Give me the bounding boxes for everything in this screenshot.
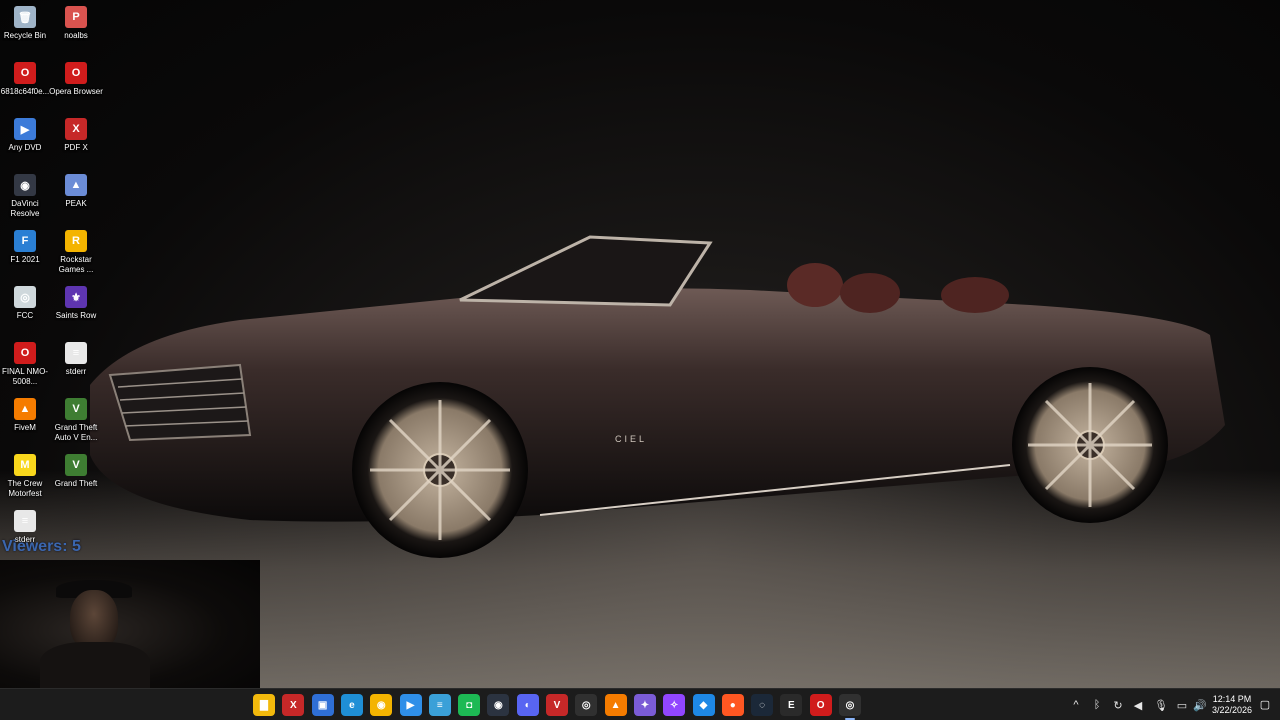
opera-browser-icon: O <box>65 62 87 84</box>
desktop-icon-label: 6818c64f0e... <box>0 87 50 96</box>
desktop-icon[interactable]: V Grand Theft Auto V En... <box>51 394 101 446</box>
app-orange-icon[interactable]: ● <box>721 694 744 716</box>
desktop-icon[interactable]: F F1 2021 <box>0 226 50 278</box>
desktop-icon[interactable]: ▲ PEAK <box>51 170 101 222</box>
microphone-icon[interactable]: 🎙 <box>1153 697 1169 713</box>
gta-v-icon: V <box>65 454 87 476</box>
ciel-badge: CIEL <box>615 434 647 444</box>
webcam-overlay <box>0 560 260 692</box>
desktop-icon[interactable]: R Rockstar Games ... <box>51 226 101 278</box>
desktop-icon-label: noalbs <box>64 31 88 40</box>
desktop-icon-label: Saints Row <box>55 311 97 320</box>
bluetooth-icon[interactable]: ᛒ <box>1089 697 1105 713</box>
desktop-icon-label: Any DVD <box>8 143 42 152</box>
desktop-icon[interactable]: X PDF X <box>51 114 101 166</box>
desktop-icon-label: Opera Browser <box>49 87 103 96</box>
rockstar-games-icon: R <box>65 230 87 252</box>
the-crew-motorfest-icon: M <box>14 454 36 476</box>
desktop-icon[interactable]: ⚜ Saints Row <box>51 282 101 334</box>
pdf-x-icon: X <box>65 118 87 140</box>
desktop-icon-label: FINAL NMO-5008... <box>2 367 48 386</box>
clock-date: 3/22/2026 <box>1211 705 1252 715</box>
desktop-icon-label: Rockstar Games ... <box>58 255 94 274</box>
webcam-face <box>70 590 118 650</box>
desktop-icon[interactable]: ◎ FCC <box>0 282 50 334</box>
desktop-icon-label: DaVinci Resolve <box>10 199 40 218</box>
desktop-icon[interactable]: O FINAL NMO-5008... <box>0 338 50 390</box>
clock[interactable]: 12:14 PM 3/22/2026 <box>1212 694 1252 716</box>
volume-icon[interactable]: 🔊 <box>1192 697 1208 713</box>
steam-icon[interactable]: ◌ <box>751 694 774 716</box>
viewer-count: Viewers: 5 <box>2 538 81 555</box>
file-explorer-icon[interactable]: ▇ <box>253 694 275 716</box>
desktop-icon[interactable]: O 6818c64f0e... <box>0 58 50 110</box>
desktop-icon-label: Grand Theft Auto V En... <box>54 423 98 442</box>
davinci-resolve-icon: ◉ <box>14 174 36 196</box>
notepad-icon[interactable]: ≡ <box>428 694 451 716</box>
discord-icon[interactable]: ◐ <box>516 694 539 716</box>
gta-v-icon: V <box>65 398 87 420</box>
desktop-icon[interactable]: Pnoalbs <box>51 2 101 54</box>
clock-time: 12:14 PM <box>1212 694 1252 704</box>
obs-active-icon[interactable]: ◎ <box>839 694 861 720</box>
desktop-icon[interactable]: 🗑 Recycle Bin <box>0 2 50 54</box>
edge-icon[interactable]: e <box>340 694 363 716</box>
anydvd-icon: ▶ <box>14 118 36 140</box>
app-blue-icon[interactable]: ◆ <box>692 694 715 716</box>
speaker-app-icon[interactable]: ◀ <box>1130 697 1146 713</box>
desktop-icon-label: Grand Theft <box>54 479 98 488</box>
saints-row-icon: ⚜ <box>65 286 87 308</box>
desktop-icon-label: FCC <box>16 311 34 320</box>
chrome-icon[interactable]: ◉ <box>370 694 393 716</box>
epic-games-icon[interactable]: E <box>780 694 803 716</box>
taskbar: ▇ X ▣ e ◉ ▶ ≡ ◘ ◉ ◐ V ◎ ▲ ✦ ✧ ◆ ● ◌ E O ◎ ^ ᛒ ↻ ◀ 🎙 ▭ 🔊 12:14 PM 3… <box>0 688 1280 720</box>
desktop-icon[interactable]: ≡ stderr <box>51 338 101 390</box>
davinci-resolve-icon[interactable]: ◉ <box>487 694 510 716</box>
car-image: CIEL <box>90 235 1225 558</box>
text-file-icon: ≡ <box>14 510 36 532</box>
desktop-icon-label: PEAK <box>65 199 87 208</box>
desktop-icon-label: PDF X <box>64 143 88 152</box>
desktop-icon[interactable]: ▲ FiveM <box>0 394 50 446</box>
refresh-app-icon[interactable]: ↻ <box>1110 697 1126 713</box>
fivem-icon[interactable]: ▲ <box>604 694 627 716</box>
desktop-icon-label: stderr <box>65 367 87 376</box>
chevron-up-icon[interactable]: ^ <box>1068 697 1084 713</box>
f1-2021-icon: F <box>14 230 36 252</box>
noalbs-icon: P <box>65 6 87 28</box>
network-icon[interactable]: ▭ <box>1174 697 1190 713</box>
pdf-x-icon[interactable]: X <box>282 694 305 716</box>
peak-icon: ▲ <box>65 174 87 196</box>
opera-icon[interactable]: O <box>809 694 832 716</box>
app-folder-icon[interactable]: ▣ <box>311 694 334 716</box>
app-green-icon[interactable]: ◘ <box>458 694 481 716</box>
desktop-icon-label: F1 2021 <box>10 255 40 264</box>
obs-icon[interactable]: ◎ <box>575 694 598 716</box>
voicemeeter-icon[interactable]: V <box>546 694 568 716</box>
fivem-icon: ▲ <box>14 398 36 420</box>
gamepad-icon[interactable]: ✦ <box>633 694 656 716</box>
recycle-bin-icon: 🗑 <box>14 6 36 28</box>
desktop-icon[interactable]: V Grand Theft <box>51 450 101 502</box>
desktop-icon[interactable]: M The Crew Motorfest <box>0 450 50 502</box>
media-player-icon[interactable]: ▶ <box>399 694 422 716</box>
fcc-icon: ◎ <box>14 286 36 308</box>
desktop-icon[interactable]: O Opera Browser <box>49 58 103 110</box>
desktop-icon-label: Recycle Bin <box>3 31 47 40</box>
text-file-icon: ≡ <box>65 342 87 364</box>
opera-icon: O <box>14 62 36 84</box>
desktop-icon-label: The Crew Motorfest <box>7 479 43 498</box>
webcam-body <box>40 642 150 692</box>
desktop-icon[interactable]: ▶ Any DVD <box>0 114 50 166</box>
notification-icon[interactable]: ▢ <box>1258 697 1272 711</box>
desktop-icon[interactable]: ◉ DaVinci Resolve <box>0 170 50 222</box>
opera-final-icon: O <box>14 342 36 364</box>
twitch-icon[interactable]: ✧ <box>663 694 686 716</box>
desktop-icon-label: FiveM <box>14 423 36 432</box>
